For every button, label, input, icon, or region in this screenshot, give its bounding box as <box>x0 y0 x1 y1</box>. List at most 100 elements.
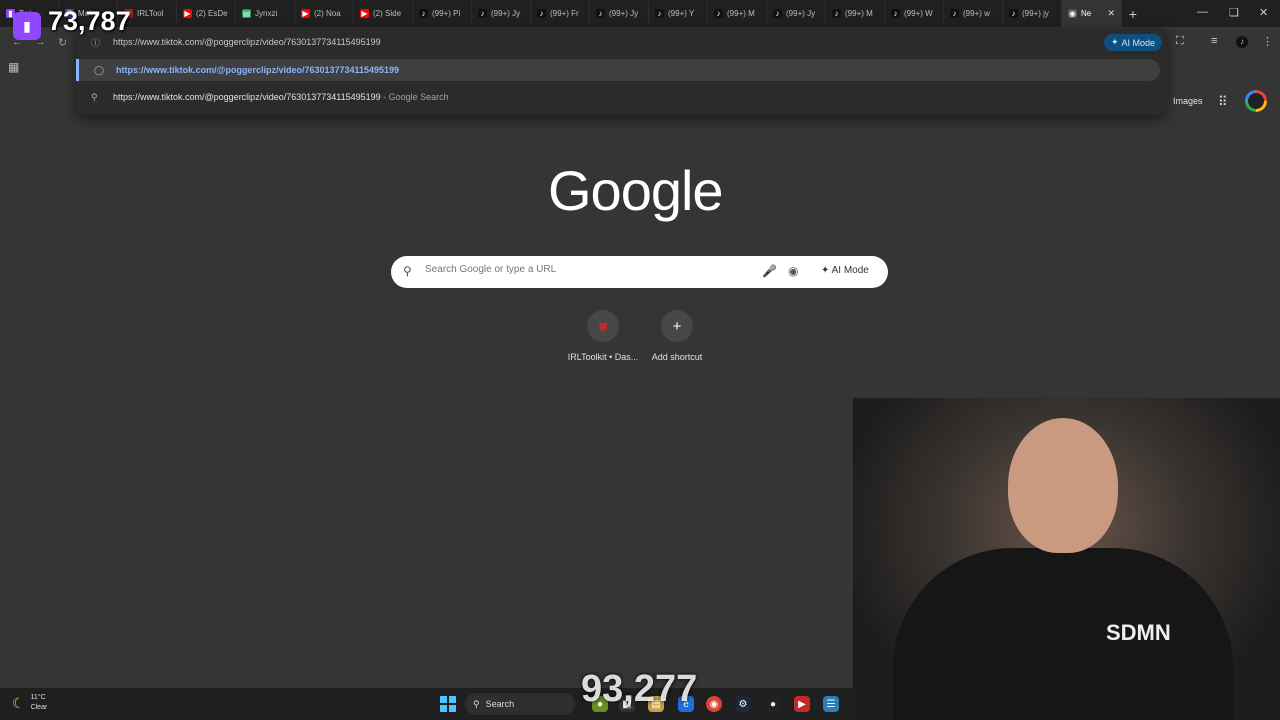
ai-mode-label: AI Mode <box>1121 37 1156 48</box>
tab-8[interactable]: ♪ (99+) Jy <box>472 0 531 27</box>
tiktok-icon: ♪ <box>714 9 723 18</box>
tab-4[interactable]: ▤ Jynxzi <box>236 0 295 27</box>
viewer-count: 73,787 <box>48 6 131 36</box>
bottom-counter: 93,277 <box>581 668 698 710</box>
tab-16[interactable]: ♪ (99+) w <box>944 0 1003 27</box>
tab-strip: ▮TwiSMain■IRLTool▶(2) EsDe▤Jynxzi▶(2) No… <box>0 0 1280 27</box>
moon-icon: ☾ <box>12 694 25 711</box>
search-icon: ⚲ <box>473 698 480 709</box>
address-bar-input[interactable]: https://www.tiktok.com/@poggerclipz/vide… <box>113 37 381 47</box>
tab-7[interactable]: ♪ (99+) Pi <box>413 0 472 27</box>
tab-label: (2) Side <box>373 9 402 18</box>
reload-icon[interactable]: ↻ <box>58 36 67 49</box>
search-input[interactable] <box>423 263 747 276</box>
shortcut-label: Add shortcut <box>651 352 703 362</box>
tab-17[interactable]: ♪ (99+) jy <box>1003 0 1062 27</box>
minimize-icon[interactable]: — <box>1197 6 1208 18</box>
chrome-icon: ◉ <box>1068 8 1077 18</box>
steam-icon[interactable]: ⚙ <box>735 696 751 712</box>
google-logo: Google <box>548 159 724 222</box>
tab-search-icon[interactable]: ≡ <box>1211 35 1217 47</box>
taskbar-search-label: Search <box>485 699 515 709</box>
tab-label: (99+) Jy <box>491 9 521 18</box>
person-head <box>1008 418 1118 553</box>
tab-13[interactable]: ♪ (99+) Jy <box>767 0 826 27</box>
search-icon: ⚲ <box>91 91 98 102</box>
windows-start-icon[interactable] <box>440 696 456 712</box>
plus-icon: + <box>661 310 693 342</box>
tab-12[interactable]: ♪ (99+) M <box>708 0 767 27</box>
search-icon: ⚲ <box>403 264 412 278</box>
ai-mode-button[interactable]: ✦ AI Mode <box>821 265 869 276</box>
tab-11[interactable]: ♪ (99+) Y <box>649 0 708 27</box>
tab-18[interactable]: ◉ Ne ✕ <box>1062 0 1122 27</box>
shirt-logo: SDMN <box>1106 620 1171 645</box>
tab-label: (99+) Jy <box>786 9 816 18</box>
youtube-icon: ▶ <box>183 8 192 18</box>
tab-label: (2) Noa <box>314 9 341 18</box>
tab-label: (99+) W <box>904 9 933 18</box>
apps-grid-icon[interactable]: ▦ <box>8 60 19 74</box>
tiktok-icon: ♪ <box>1009 9 1018 18</box>
tab-6[interactable]: ▶ (2) Side <box>354 0 413 27</box>
tiktok-icon: ♪ <box>596 9 605 18</box>
omnibox-dropdown: ⓘ https://www.tiktok.com/@poggerclipz/vi… <box>76 28 1167 115</box>
tab-label: (99+) M <box>727 9 755 18</box>
tiktok-icon: ♪ <box>655 9 664 18</box>
close-window-icon[interactable]: ✕ <box>1259 6 1268 19</box>
more-menu-icon[interactable]: ⋮ <box>1262 35 1273 48</box>
tab-label: (99+) Y <box>668 9 695 18</box>
person-shirt <box>893 548 1233 720</box>
youtube-icon: ▶ <box>360 8 369 18</box>
tab-14[interactable]: ♪ (99+) M <box>826 0 885 27</box>
extensions-icon[interactable]: ⛶ <box>1176 35 1184 48</box>
avatar[interactable] <box>1245 90 1267 112</box>
suggestion-search[interactable]: ⚲ https://www.tiktok.com/@poggerclipz/vi… <box>76 86 1157 108</box>
tab-label: (2) EsDe <box>196 9 228 18</box>
tab-label: (99+) Pi <box>432 9 461 18</box>
tab-5[interactable]: ▶ (2) Noa <box>295 0 354 27</box>
add-shortcut-button[interactable]: + Add shortcut <box>635 310 719 362</box>
tiktok-icon: ♪ <box>478 9 487 18</box>
tab-label: Jynxzi <box>255 9 278 18</box>
close-tab-icon[interactable]: ✕ <box>1107 8 1115 19</box>
tab-label: (99+) M <box>845 9 873 18</box>
tab-label: Ne <box>1081 9 1092 18</box>
tab-label: (99+) w <box>963 9 990 18</box>
suggestion-hint: - Google Search <box>380 92 449 102</box>
taskbar-search[interactable]: ⚲ Search <box>465 693 575 715</box>
irltoolkit-icon: ■ <box>587 310 619 342</box>
google-search-box[interactable]: ⚲ 🎤 ◉ ✦ AI Mode <box>391 256 888 288</box>
sparkle-search-icon: ✦ <box>1111 37 1119 47</box>
google-apps-icon[interactable]: ⠿ <box>1218 94 1228 110</box>
shortcut-irltoolkit[interactable]: ■ IRLToolkit • Das... <box>561 310 645 362</box>
tab-label: (99+) jy <box>1022 9 1049 18</box>
tab-label: IRLTool <box>137 9 164 18</box>
tiktok-icon: ♪ <box>537 9 546 18</box>
tab-15[interactable]: ♪ (99+) W <box>885 0 944 27</box>
tab-9[interactable]: ♪ (99+) Fr <box>531 0 590 27</box>
notepad-icon[interactable]: ☰ <box>823 696 839 712</box>
tiktok-icon: ♪ <box>419 9 428 18</box>
info-icon: ⓘ <box>91 38 101 48</box>
tab-label: (99+) Fr <box>550 9 579 18</box>
tiktok-icon: ♪ <box>773 9 782 18</box>
lens-icon[interactable]: ◉ <box>788 264 798 278</box>
obs-icon[interactable]: ● <box>765 696 781 712</box>
weather-widget[interactable]: ☾ 11°C Clear <box>12 693 47 713</box>
recorder-icon[interactable]: ▶ <box>794 696 810 712</box>
tab-3[interactable]: ▶ (2) EsDe <box>177 0 236 27</box>
images-link[interactable]: Images <box>1173 96 1203 106</box>
chrome-icon[interactable]: ◉ <box>706 696 722 712</box>
webcam-feed: SDMN <box>853 398 1280 720</box>
suggestion-url[interactable]: ◯ https://www.tiktok.com/@poggerclipz/vi… <box>76 59 1160 81</box>
microphone-icon[interactable]: 🎤 <box>762 264 777 278</box>
tab-label: (99+) Jy <box>609 9 639 18</box>
new-tab-button[interactable]: + <box>1122 6 1144 22</box>
restore-icon[interactable]: ❏ <box>1229 6 1239 19</box>
tab-10[interactable]: ♪ (99+) Jy <box>590 0 649 27</box>
tiktok-profile-icon[interactable]: ♪ <box>1236 36 1248 48</box>
windows-taskbar: ☾ 11°C Clear ⚲ Search ● ◧ ▤ e ◉ ⚙ ● ▶ ☰ <box>0 688 853 720</box>
omnibox-ai-mode-button[interactable]: ✦ AI Mode <box>1104 34 1163 51</box>
ai-mode-label: AI Mode <box>831 265 869 276</box>
